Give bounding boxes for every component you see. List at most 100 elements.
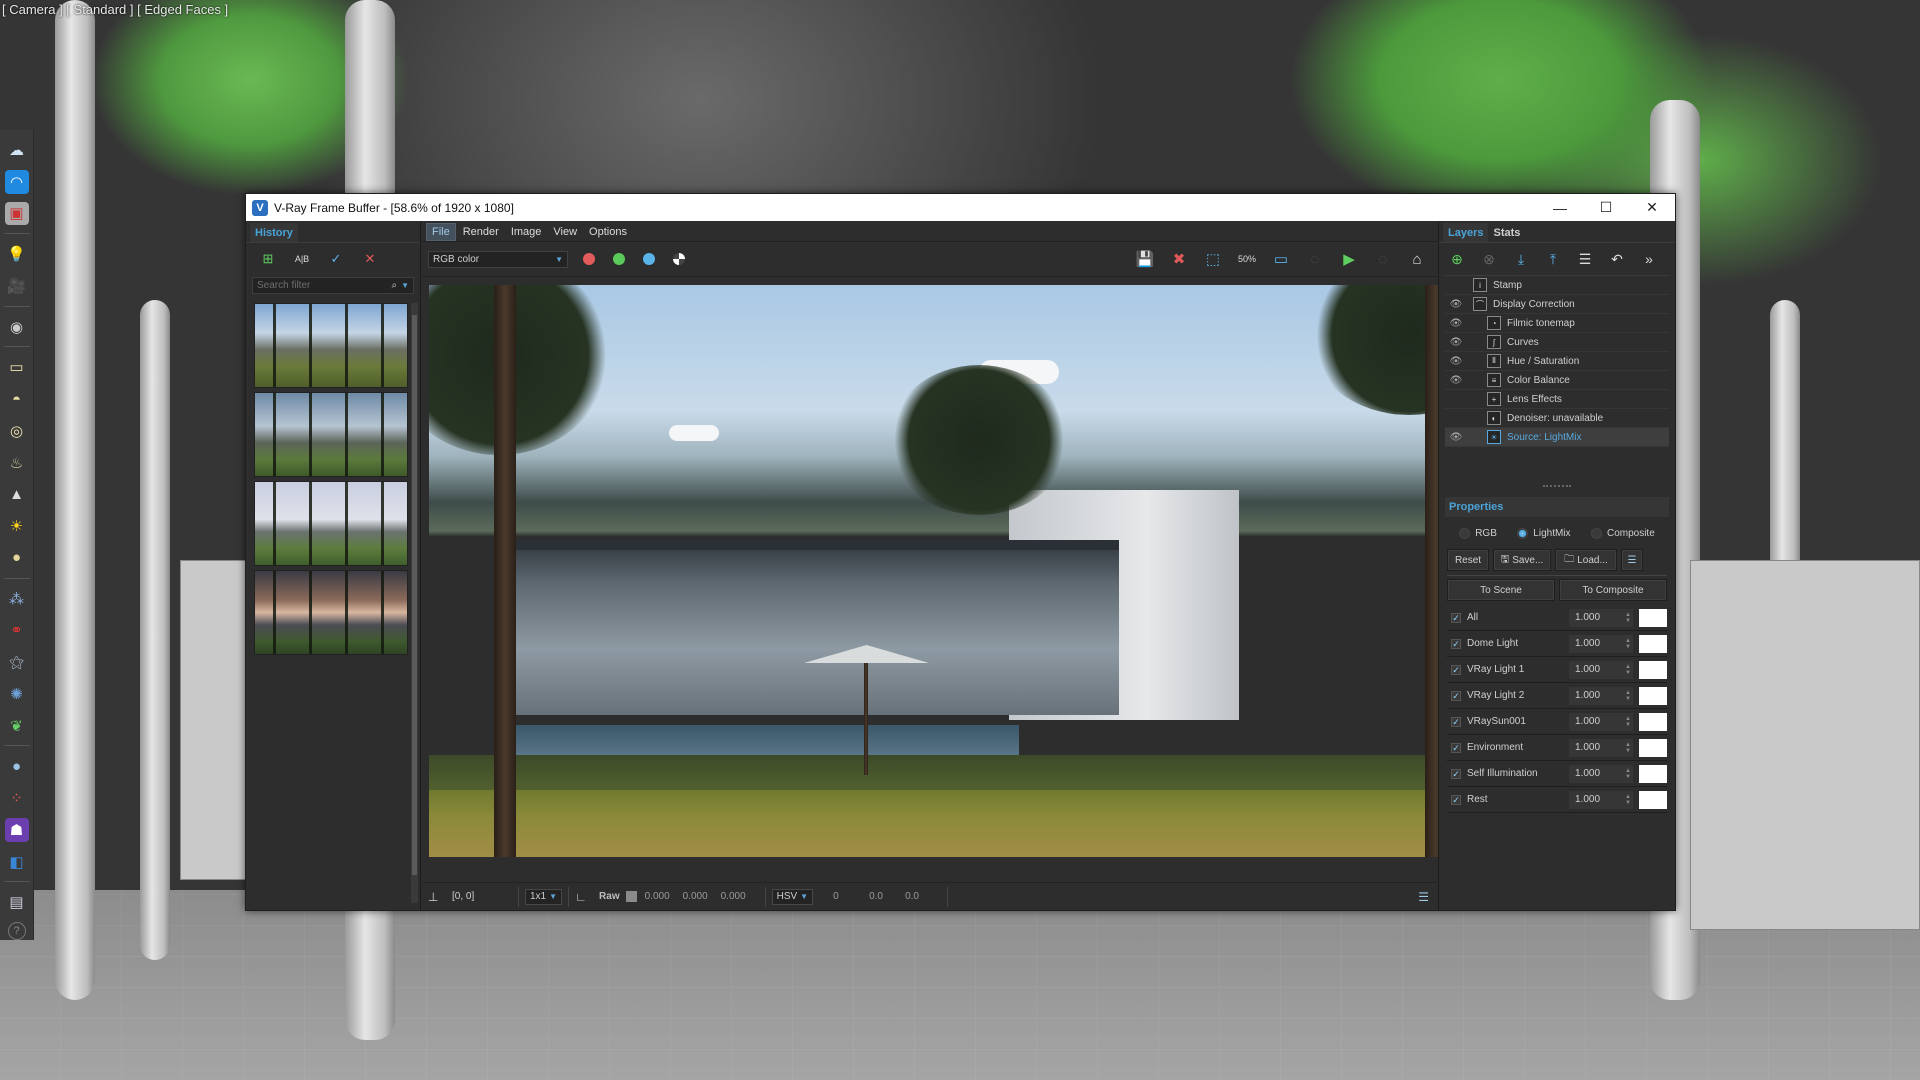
remove-from-history-icon[interactable]: ✕	[358, 249, 382, 269]
history-thumbnail[interactable]	[254, 481, 408, 566]
light-checkbox[interactable]: ✓	[1451, 716, 1461, 727]
help-icon[interactable]: ?	[7, 922, 26, 940]
layered-icon[interactable]: ◧	[5, 850, 29, 874]
light-intensity-spinner[interactable]: 1.000 ▲ ▼	[1569, 712, 1633, 731]
light-intensity-spinner[interactable]: 1.000 ▲ ▼	[1569, 660, 1633, 679]
mode-radio-rgb[interactable]: RGB	[1459, 527, 1497, 539]
delete-layer-icon[interactable]: ⊗	[1477, 247, 1501, 271]
disc-light-icon[interactable]: ◎	[5, 419, 29, 443]
maximize-button[interactable]: ☐	[1583, 194, 1629, 221]
to-scene-button[interactable]: To Scene	[1447, 579, 1555, 601]
history-thumbnail[interactable]	[254, 303, 408, 388]
multi-material-icon[interactable]: ⁘	[5, 786, 29, 810]
menu-view[interactable]: View	[548, 224, 582, 240]
spinner-arrows-icon[interactable]: ▲ ▼	[1623, 716, 1633, 728]
visibility-eye-icon[interactable]: 👁	[1445, 337, 1467, 348]
save-image-icon[interactable]: 💾	[1131, 247, 1159, 271]
search-dropdown-icon[interactable]: ▼	[401, 281, 409, 290]
layer-row[interactable]: 👁 ∫ Curves	[1445, 333, 1669, 352]
spinner-arrows-icon[interactable]: ▲ ▼	[1623, 768, 1633, 780]
mode-radio-lightmix[interactable]: LightMix	[1517, 527, 1571, 539]
green-channel-button[interactable]	[604, 244, 634, 274]
camera-physical-icon[interactable]: ◉	[5, 315, 29, 339]
load-button[interactable]: 🗀 Load...	[1555, 549, 1617, 571]
mode-radio-composite[interactable]: Composite	[1590, 527, 1655, 539]
light-color-swatch[interactable]	[1639, 660, 1667, 679]
history-search-input[interactable]: Search filter ⌕ ▼	[252, 277, 414, 294]
viewport-label[interactable]: [ Camera ] [ Standard ] [ Edged Faces ]	[2, 2, 228, 17]
vfb-icon[interactable]: ◠	[4, 169, 29, 194]
spinner-arrows-icon[interactable]: ▲ ▼	[1623, 742, 1633, 754]
spinner-arrows-icon[interactable]: ▲ ▼	[1623, 690, 1633, 702]
visibility-eye-icon[interactable]: 👁	[1445, 299, 1467, 310]
close-button[interactable]: ✕	[1629, 194, 1675, 221]
camera-icon[interactable]: 🎥	[5, 274, 29, 298]
scrollbar-thumb[interactable]	[412, 315, 417, 875]
layer-presets-icon[interactable]: ☰	[1573, 247, 1597, 271]
interactive-render-icon[interactable]: ◌	[1301, 247, 1329, 271]
vray-plugin-icon[interactable]: ☗	[4, 817, 29, 842]
light-color-swatch[interactable]	[1639, 712, 1667, 731]
sample-size-dropdown[interactable]: 1x1 ▼	[525, 888, 563, 905]
spinner-arrows-icon[interactable]: ▲ ▼	[1623, 638, 1633, 650]
track-mouse-icon[interactable]: ⬚	[1199, 247, 1227, 271]
menu-image[interactable]: Image	[506, 224, 547, 240]
save-button[interactable]: 🖫 Save...	[1493, 549, 1551, 571]
light-checkbox[interactable]: ✓	[1451, 690, 1461, 701]
cloud-icon[interactable]: ✺	[5, 682, 29, 706]
zoom-50-icon[interactable]: 50%	[1233, 247, 1261, 271]
menu-file[interactable]: File	[426, 223, 456, 241]
light-color-swatch[interactable]	[1639, 686, 1667, 705]
fur-icon[interactable]: ⚭	[5, 618, 29, 642]
save-to-history-icon[interactable]: ⊞	[256, 249, 280, 269]
layer-row[interactable]: i Stamp	[1445, 276, 1669, 295]
visibility-eye-icon[interactable]: 👁	[1445, 356, 1467, 367]
layer-row[interactable]: + Lens Effects	[1445, 390, 1669, 409]
save-layer-tree-icon[interactable]: ⤓	[1509, 247, 1533, 271]
red-channel-button[interactable]	[574, 244, 604, 274]
layer-row[interactable]: 👁 ⌒ Display Correction	[1445, 295, 1669, 314]
to-composite-button[interactable]: To Composite	[1559, 579, 1667, 601]
dome-light-icon[interactable]: ◓	[5, 387, 29, 411]
minimize-button[interactable]: —	[1537, 194, 1583, 221]
create-layer-icon[interactable]: ⊕	[1445, 247, 1469, 271]
history-scrollbar[interactable]	[411, 303, 418, 903]
region-render-icon[interactable]: ▭	[1267, 247, 1295, 271]
undo-icon[interactable]: ↶	[1605, 247, 1629, 271]
layer-row[interactable]: 👁 ⦀ Hue / Saturation	[1445, 352, 1669, 371]
render-teapot-icon[interactable]: ▶	[1335, 247, 1363, 271]
tab-layers[interactable]: Layers	[1443, 223, 1489, 242]
spinner-arrows-icon[interactable]: ▲ ▼	[1623, 664, 1633, 676]
light-color-swatch[interactable]	[1639, 764, 1667, 783]
light-intensity-spinner[interactable]: 1.000 ▲ ▼	[1569, 764, 1633, 783]
blue-channel-button[interactable]	[634, 244, 664, 274]
toggle-panels-icon[interactable]: ☰	[1418, 890, 1429, 904]
grass-icon[interactable]: ❦	[5, 714, 29, 738]
layer-row[interactable]: 👁 ≡ Color Balance	[1445, 371, 1669, 390]
history-thumbnail[interactable]	[254, 392, 408, 477]
ab-compare-icon[interactable]: A|B	[290, 249, 314, 269]
menu-render[interactable]: Render	[458, 224, 504, 240]
alpha-channel-button[interactable]	[664, 244, 694, 274]
lightmix-menu-button[interactable]: ☰	[1621, 549, 1643, 571]
light-checkbox[interactable]: ✓	[1451, 794, 1461, 805]
light-color-swatch[interactable]	[1639, 790, 1667, 809]
reset-button[interactable]: Reset	[1447, 549, 1489, 571]
tab-stats[interactable]: Stats	[1488, 223, 1525, 242]
light-intensity-spinner[interactable]: 1.000 ▲ ▼	[1569, 608, 1633, 627]
rendered-image[interactable]	[429, 285, 1445, 857]
spinner-arrows-icon[interactable]: ▲ ▼	[1623, 794, 1633, 806]
panel-splitter[interactable]	[1543, 485, 1571, 491]
visibility-eye-icon[interactable]: 👁	[1445, 318, 1467, 329]
layer-row[interactable]: 👁 ◔ Filmic tonemap	[1445, 314, 1669, 333]
load-layer-tree-icon[interactable]: ⤒	[1541, 247, 1565, 271]
light-checkbox[interactable]: ✓	[1451, 768, 1461, 779]
light-lister-icon[interactable]: 💡	[5, 242, 29, 266]
proxy-icon[interactable]: ♨	[5, 451, 29, 475]
load-from-history-icon[interactable]: ✓	[324, 249, 348, 269]
spinner-arrows-icon[interactable]: ▲ ▼	[1623, 612, 1633, 624]
curve-icon[interactable]: ∟	[575, 890, 593, 904]
pixel-info-lock-icon[interactable]: ⊥	[428, 890, 446, 904]
light-checkbox[interactable]: ✓	[1451, 664, 1461, 675]
light-checkbox[interactable]: ✓	[1451, 612, 1461, 623]
